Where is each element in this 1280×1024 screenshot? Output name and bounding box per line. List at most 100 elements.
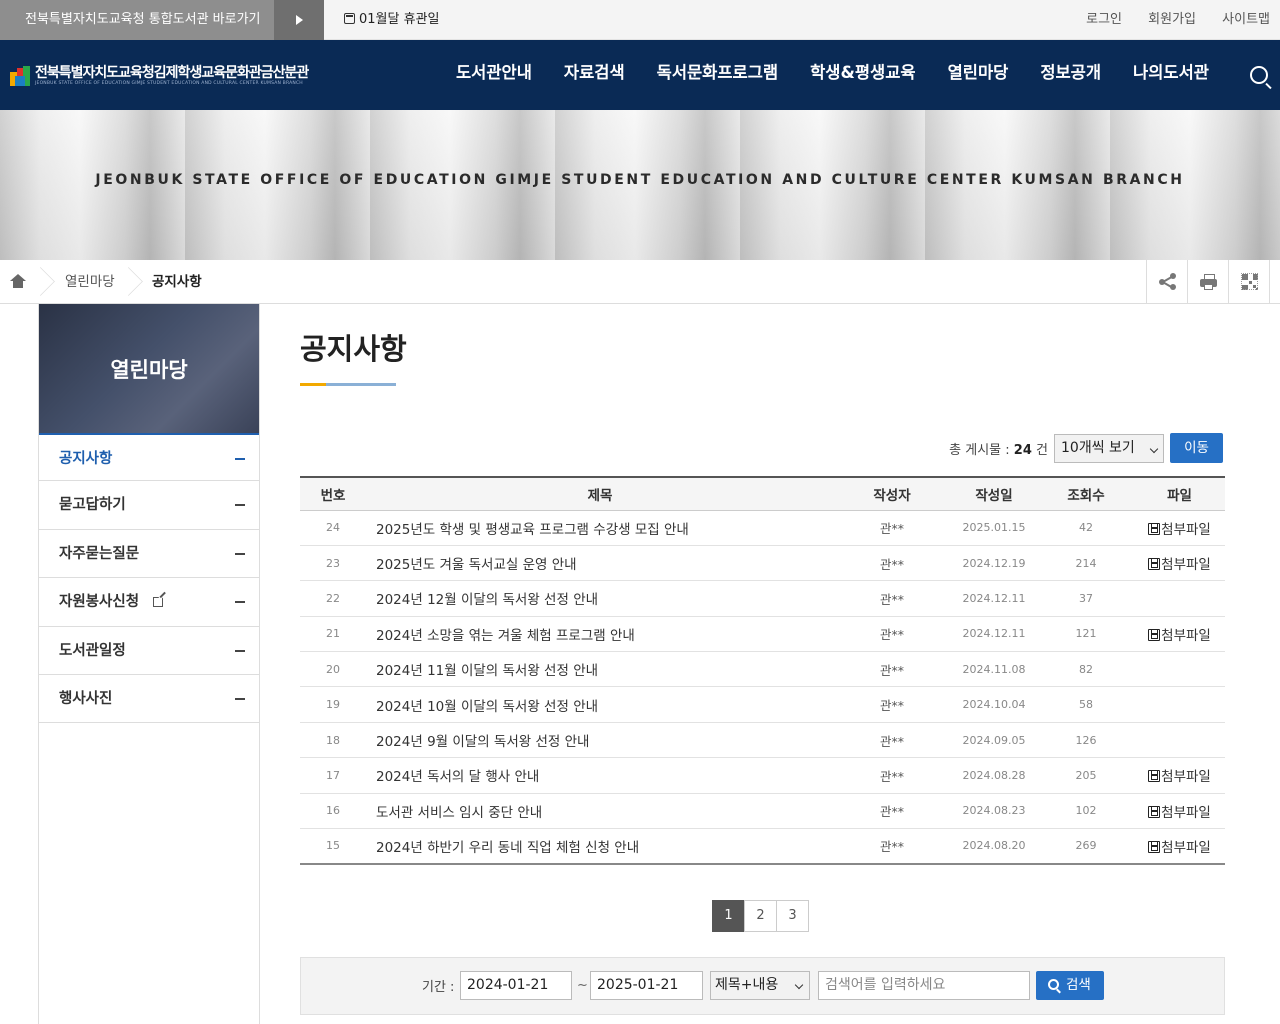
row-number: 24: [300, 510, 366, 546]
row-number: 22: [300, 580, 366, 617]
row-date: 2024.08.28: [950, 757, 1038, 794]
table-row[interactable]: 17 2024년 독서의 달 행사 안내 관** 2024.08.28 205 첨부파일: [300, 757, 1225, 794]
title-underline: [300, 383, 396, 386]
breadcrumb-open-forum[interactable]: 열린마당: [65, 260, 115, 304]
row-views: 42: [1038, 510, 1134, 546]
attachment-label: 첨부파일: [1161, 804, 1211, 821]
attachment-icon: [1148, 558, 1161, 571]
logo-text: 전북특별자치도교육청김제학생교육문화관금산분관: [35, 65, 309, 81]
go-button[interactable]: 이동: [1170, 433, 1223, 463]
table-row[interactable]: 22 2024년 12월 이달의 독서왕 선정 안내 관** 2024.12.11 37: [300, 580, 1225, 617]
table-row[interactable]: 20 2024년 11월 이달의 독서왕 선정 안내 관** 2024.11.08 82: [300, 651, 1225, 688]
row-file[interactable]: 첨부파일: [1134, 828, 1225, 865]
nav-information-disclosure[interactable]: 정보공개: [1024, 40, 1117, 110]
row-views: 214: [1038, 545, 1134, 582]
side-item-schedule[interactable]: 도서관일정: [39, 627, 259, 675]
page-1[interactable]: 1: [712, 900, 745, 932]
start-date-input[interactable]: 2024-01-21: [460, 971, 572, 1000]
row-title-link[interactable]: 2024년 독서의 달 행사 안내: [366, 757, 834, 794]
row-date: 2024.12.11: [950, 580, 1038, 617]
breadcrumb-current[interactable]: 공지사항: [152, 260, 202, 304]
signup-link[interactable]: 회원가입: [1148, 12, 1196, 27]
row-title-link[interactable]: 2024년 소망을 엮는 겨울 체험 프로그램 안내: [366, 616, 834, 653]
row-writer: 관**: [834, 722, 950, 759]
table-row[interactable]: 15 2024년 하반기 우리 동네 직업 체험 신청 안내 관** 2024.08.…: [300, 828, 1225, 865]
search-icon: [1048, 979, 1059, 990]
sub-visual-banner: JEONBUK STATE OFFICE OF EDUCATION GIMJE …: [0, 110, 1280, 260]
qr-code-button[interactable]: [1228, 260, 1270, 304]
site-logo[interactable]: 전북특별자치도교육청김제학생교육문화관금산분관 JEONBUK STATE OF…: [10, 62, 320, 92]
row-date: 2024.10.04: [950, 686, 1038, 723]
side-item-faq[interactable]: 자주묻는질문: [39, 530, 259, 579]
share-button[interactable]: [1146, 260, 1187, 304]
row-writer: 관**: [834, 651, 950, 688]
table-row[interactable]: 19 2024년 10월 이달의 독서왕 선정 안내 관** 2024.10.04 58: [300, 686, 1225, 723]
row-number: 18: [300, 722, 366, 759]
attachment-icon: [1148, 522, 1161, 535]
side-item-label: 행사사진: [59, 690, 113, 707]
row-file: [1134, 651, 1225, 688]
row-date: 2024.12.19: [950, 545, 1038, 582]
sitemap-link[interactable]: 사이트맵: [1222, 12, 1270, 27]
notice-table: 번호 제목 작성자 작성일 조회수 파일 24 2025년도 학생 및 평생교육 …: [300, 476, 1225, 865]
side-item-label: 묻고답하기: [59, 497, 126, 514]
attachment-label: 첨부파일: [1161, 521, 1211, 538]
nav-education[interactable]: 학생&평생교육: [794, 40, 931, 110]
row-number: 16: [300, 793, 366, 830]
table-row[interactable]: 16 도서관 서비스 임시 중단 안내 관** 2024.08.23 102 첨부파일: [300, 793, 1225, 830]
integrated-library-link[interactable]: 전북특별자치도교육청 통합도서관 바로가기: [0, 0, 274, 40]
search-icon[interactable]: [1250, 66, 1268, 84]
row-file[interactable]: 첨부파일: [1134, 510, 1225, 546]
side-item-qna[interactable]: 묻고답하기: [39, 481, 259, 530]
row-file[interactable]: 첨부파일: [1134, 545, 1225, 582]
row-title-link[interactable]: 2025년도 겨울 독서교실 운영 안내: [366, 545, 834, 582]
nav-my-library[interactable]: 나의도서관: [1117, 40, 1225, 110]
row-number: 15: [300, 828, 366, 865]
row-title-link[interactable]: 2024년 하반기 우리 동네 직업 체험 신청 안내: [366, 828, 834, 865]
nav-catalog-search[interactable]: 자료검색: [548, 40, 641, 110]
row-writer: 관**: [834, 580, 950, 617]
row-file[interactable]: 첨부파일: [1134, 793, 1225, 830]
nav-reading-programs[interactable]: 독서문화프로그램: [641, 40, 794, 110]
row-title-link[interactable]: 2024년 12월 이달의 독서왕 선정 안내: [366, 580, 834, 617]
row-title-link[interactable]: 2025년도 학생 및 평생교육 프로그램 수강생 모집 안내: [366, 510, 834, 546]
row-file: [1134, 722, 1225, 759]
table-row[interactable]: 23 2025년도 겨울 독서교실 운영 안내 관** 2024.12.19 214 첨부…: [300, 545, 1225, 582]
col-file: 파일: [1134, 477, 1225, 511]
nav-library-info[interactable]: 도서관안내: [440, 40, 548, 110]
row-title-link[interactable]: 2024년 11월 이달의 독서왕 선정 안내: [366, 651, 834, 688]
nav-open-forum[interactable]: 열린마당: [932, 40, 1025, 110]
row-views: 121: [1038, 616, 1134, 653]
per-page-select[interactable]: 10개씩 보기: [1054, 433, 1164, 463]
print-button[interactable]: [1187, 260, 1228, 304]
table-row[interactable]: 18 2024년 9월 이달의 독서왕 선정 안내 관** 2024.09.05 126: [300, 722, 1225, 759]
search-field-select[interactable]: 제목+내용: [710, 971, 810, 1000]
home-icon[interactable]: [10, 274, 26, 288]
page-2[interactable]: 2: [744, 900, 777, 932]
holiday-notice[interactable]: 01월달 휴관일: [344, 0, 439, 40]
total-count: 총 게시물 : 24 건: [949, 442, 1048, 458]
side-item-volunteer[interactable]: 자원봉사신청: [39, 578, 259, 627]
end-date-input[interactable]: 2025-01-21: [590, 971, 703, 1000]
table-row[interactable]: 21 2024년 소망을 엮는 겨울 체험 프로그램 안내 관** 2024.12.1…: [300, 616, 1225, 653]
row-writer: 관**: [834, 757, 950, 794]
row-writer: 관**: [834, 616, 950, 653]
row-title-link[interactable]: 2024년 9월 이달의 독서왕 선정 안내: [366, 722, 834, 759]
side-item-notice[interactable]: 공지사항: [39, 433, 259, 482]
search-button[interactable]: 검색: [1036, 971, 1104, 1000]
page-3[interactable]: 3: [776, 900, 809, 932]
row-title-link[interactable]: 도서관 서비스 임시 중단 안내: [366, 793, 834, 830]
row-title-link[interactable]: 2024년 10월 이달의 독서왕 선정 안내: [366, 686, 834, 723]
row-file[interactable]: 첨부파일: [1134, 616, 1225, 653]
search-input[interactable]: 검색어를 입력하세요: [818, 971, 1030, 1000]
minus-icon: [235, 649, 245, 652]
table-row[interactable]: 24 2025년도 학생 및 평생교육 프로그램 수강생 모집 안내 관** 2025…: [300, 510, 1225, 546]
portal-arrow-button[interactable]: [274, 0, 324, 40]
print-icon: [1200, 273, 1217, 290]
row-file[interactable]: 첨부파일: [1134, 757, 1225, 794]
col-number: 번호: [300, 477, 366, 511]
side-menu-list: 공지사항 묻고답하기 자주묻는질문 자원봉사신청 도서관일정 행사사진: [39, 433, 259, 724]
row-views: 102: [1038, 793, 1134, 830]
side-item-photos[interactable]: 행사사진: [39, 675, 259, 724]
login-link[interactable]: 로그인: [1086, 12, 1122, 27]
